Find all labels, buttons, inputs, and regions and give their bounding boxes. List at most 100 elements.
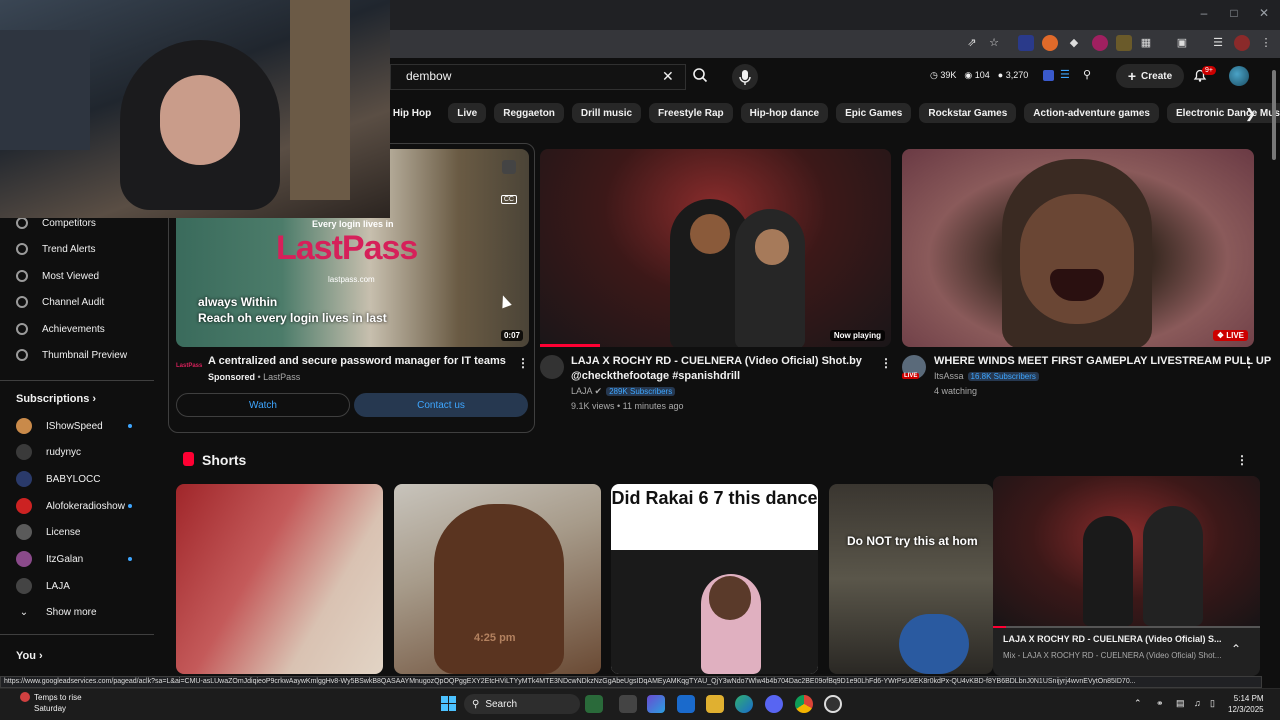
short-thumbnail[interactable]: 4:25 pm: [394, 484, 601, 674]
sidebar-item-trend-alerts[interactable]: Trend Alerts: [16, 238, 96, 260]
puzzle-icon[interactable]: ▦: [1138, 35, 1154, 51]
you-heading[interactable]: You ›: [16, 650, 43, 662]
show-more-button[interactable]: ⌄ Show more: [16, 601, 97, 623]
sidebar-sub-rudynyc[interactable]: rudynyc: [16, 441, 81, 463]
video-thumbnail[interactable]: ❖ LIVE: [902, 149, 1254, 347]
miniplayer-title[interactable]: LAJA X ROCHY RD - CUELNERA (Video Oficia…: [1003, 634, 1222, 644]
thumb-figure: [755, 229, 789, 265]
weather-icon[interactable]: [20, 692, 30, 702]
sidebar-item-thumbnail-preview[interactable]: Thumbnail Preview: [16, 344, 127, 366]
volume-icon[interactable]: ♫: [1194, 698, 1201, 708]
profile-icon[interactable]: [1234, 35, 1250, 51]
minimize-icon[interactable]: –: [1196, 6, 1212, 22]
chrome-icon[interactable]: [795, 695, 813, 713]
bookmark-star-icon[interactable]: ☆: [986, 35, 1002, 51]
voice-search-icon[interactable]: [732, 64, 758, 90]
file-explorer-icon[interactable]: [706, 695, 724, 713]
contact-us-button[interactable]: Contact us: [354, 393, 528, 417]
miniplayer-video[interactable]: [993, 476, 1260, 626]
channel-avatar[interactable]: [540, 355, 564, 379]
microphone-icon[interactable]: ⚭: [1156, 698, 1164, 709]
sidebar-sub-babylocc[interactable]: BABYLOCC: [16, 468, 100, 490]
chip[interactable]: n Hip Hop: [382, 103, 440, 123]
chip[interactable]: Action-adventure games: [1024, 103, 1159, 123]
page-scrollbar[interactable]: [1271, 60, 1277, 676]
advertiser-logo: LastPass: [176, 363, 203, 369]
closed-captions-icon[interactable]: CC: [500, 195, 517, 204]
obs-icon[interactable]: [824, 695, 842, 713]
more-options-icon[interactable]: ⋮: [880, 356, 892, 370]
sidebar-item-most-viewed[interactable]: Most Viewed: [16, 265, 99, 287]
account-avatar[interactable]: [1229, 66, 1249, 86]
weather-widget[interactable]: Temps to rise Saturday: [34, 692, 82, 714]
chip[interactable]: Reggaeton: [494, 103, 564, 123]
vidiq-icon[interactable]: [1043, 70, 1054, 81]
channel-line[interactable]: ItsAssa 16.8K Subscribers: [934, 371, 1039, 381]
trophy-icon[interactable]: ⚲: [1083, 68, 1091, 81]
more-options-icon[interactable]: ⋮: [517, 356, 529, 370]
chip[interactable]: Hip-hop dance: [740, 103, 829, 123]
network-icon[interactable]: ▤: [1176, 698, 1185, 709]
media-icon[interactable]: ▣: [1174, 35, 1190, 51]
extension-icon[interactable]: [1018, 35, 1034, 51]
extension-icon[interactable]: ◆: [1066, 35, 1082, 51]
search-icon: ⚲: [472, 698, 480, 710]
short-thumbnail[interactable]: Do NOT try this at hom: [829, 484, 993, 674]
more-menu-icon[interactable]: ⋮: [1258, 35, 1274, 51]
video-thumbnail[interactable]: Now playing: [540, 149, 891, 347]
clear-search-icon[interactable]: ✕: [662, 68, 674, 85]
discord-icon[interactable]: [765, 695, 783, 713]
chip[interactable]: Electronic Dance Music: [1167, 103, 1280, 123]
extension-icon[interactable]: [1042, 35, 1058, 51]
chip[interactable]: Epic Games: [836, 103, 912, 123]
ad-title[interactable]: A centralized and secure password manage…: [208, 355, 506, 367]
edge-icon[interactable]: [735, 695, 753, 713]
tray-chevron-icon[interactable]: ⌃: [1134, 698, 1142, 709]
sidebar-sub-alofokeradioshow[interactable]: Alofokeradioshow: [16, 495, 125, 517]
battery-icon[interactable]: ▯: [1210, 698, 1215, 709]
close-window-icon[interactable]: ✕: [1256, 6, 1272, 22]
channel-line[interactable]: LAJA ✔ 289K Subscribers: [571, 386, 676, 397]
task-view-icon[interactable]: [619, 695, 637, 713]
video-title[interactable]: LAJA X ROCHY RD - CUELNERA (Video Oficia…: [571, 354, 862, 384]
mail-icon[interactable]: [677, 695, 695, 713]
install-app-icon[interactable]: ⇗: [964, 35, 980, 51]
subscriber-count: 289K Subscribers: [606, 387, 676, 396]
short-thumbnail[interactable]: Did Rakai 6 7 this dance: [611, 484, 818, 674]
windows-start-icon[interactable]: [441, 696, 456, 711]
sidebar-sub-itzgalan[interactable]: ItzGalan: [16, 548, 83, 570]
sidebar-sub-ishowspeed[interactable]: IShowSpeed: [16, 415, 103, 437]
more-options-icon[interactable]: ⋮: [1243, 356, 1255, 370]
circle-icon: [16, 217, 28, 229]
video-title[interactable]: WHERE WINDS MEET FIRST GAMEPLAY LIVESTRE…: [934, 354, 1271, 369]
sidebar-sub-laja[interactable]: LAJA: [16, 575, 70, 597]
short-thumbnail[interactable]: [176, 484, 383, 674]
chip[interactable]: Rockstar Games: [919, 103, 1017, 123]
copilot-icon[interactable]: [647, 695, 665, 713]
taskbar-clock[interactable]: 5:14 PM 12/3/2025: [1228, 693, 1264, 715]
tab-search-icon[interactable]: ☰: [1210, 35, 1226, 51]
extension-icon[interactable]: [1092, 35, 1108, 51]
list-icon[interactable]: ☰: [1060, 68, 1070, 81]
extension-icon[interactable]: [1116, 35, 1132, 51]
maximize-icon[interactable]: □: [1226, 6, 1242, 22]
subscriptions-heading[interactable]: Subscriptions ›: [16, 393, 96, 405]
create-button[interactable]: + Create: [1116, 64, 1184, 88]
search-icon[interactable]: [692, 67, 708, 86]
mute-icon[interactable]: [502, 160, 516, 174]
miniplayer[interactable]: LAJA X ROCHY RD - CUELNERA (Video Oficia…: [993, 476, 1260, 676]
sidebar-item-channel-audit[interactable]: Channel Audit: [16, 291, 104, 313]
sidebar-item-achievements[interactable]: Achievements: [16, 318, 105, 340]
watch-button[interactable]: Watch: [176, 393, 350, 417]
taskbar-app-icon[interactable]: [585, 695, 603, 713]
chip[interactable]: Live: [448, 103, 487, 123]
expand-chevron-icon[interactable]: ⌃: [1231, 642, 1241, 656]
chip[interactable]: Drill music: [571, 103, 642, 123]
chip[interactable]: Freestyle Rap: [649, 103, 733, 123]
taskbar-search[interactable]: ⚲ Search: [464, 694, 580, 714]
scrollbar-thumb[interactable]: [1272, 70, 1276, 160]
more-options-icon[interactable]: ⋮: [1236, 453, 1248, 467]
chevron-right-icon[interactable]: ❯: [1245, 106, 1256, 122]
miniplayer-progress[interactable]: [993, 626, 1260, 628]
sidebar-sub-license[interactable]: License: [16, 521, 80, 543]
